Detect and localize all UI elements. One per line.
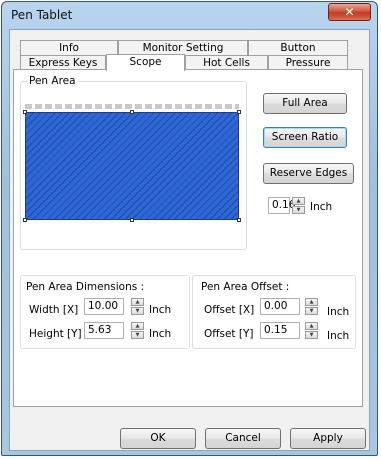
pen-area-group-label: Pen Area — [27, 75, 78, 87]
spin-down-icon[interactable]: ▼ — [131, 307, 144, 315]
pen-area-rectangle[interactable] — [25, 112, 239, 220]
full-area-button[interactable]: Full Area — [263, 93, 347, 114]
height-label: Height [Y] — [29, 328, 82, 340]
reserve-edges-input[interactable]: 0.16 — [268, 197, 295, 214]
spin-up-icon[interactable]: ▲ — [305, 298, 318, 306]
close-button[interactable]: ✕ — [328, 3, 371, 21]
width-spinner[interactable]: ▲ ▼ — [131, 298, 144, 315]
offset-x-label: Offset [X] — [204, 304, 255, 316]
ok-button[interactable]: OK — [120, 428, 196, 449]
tab-info[interactable]: Info — [20, 40, 118, 55]
close-icon: ✕ — [344, 5, 355, 19]
reserve-edges-unit: Inch — [310, 201, 333, 213]
width-unit: Inch — [149, 304, 172, 316]
offset-group-label: Pen Area Offset : — [201, 281, 290, 293]
reserve-edges-spinner[interactable]: ▲ ▼ — [292, 197, 305, 214]
scope-panel: Pen Area Full Area Screen Ratio Reserve … — [13, 69, 363, 407]
offset-y-unit: Inch — [327, 330, 350, 342]
resize-handle-top-left[interactable] — [23, 110, 27, 114]
height-unit: Inch — [149, 328, 172, 340]
apply-button[interactable]: Apply — [290, 428, 366, 449]
resize-handle-top-right[interactable] — [237, 110, 241, 114]
height-input[interactable]: 5.63 — [84, 322, 124, 339]
tab-monitor-setting[interactable]: Monitor Setting — [118, 40, 248, 55]
screen-ratio-button[interactable]: Screen Ratio — [263, 127, 347, 148]
spin-up-icon[interactable]: ▲ — [292, 197, 305, 205]
tab-button[interactable]: Button — [248, 40, 348, 55]
pen-area-canvas[interactable] — [21, 101, 244, 222]
height-spinner[interactable]: ▲ ▼ — [131, 322, 144, 339]
window-title: Pen Tablet — [11, 8, 73, 22]
dimensions-group-label: Pen Area Dimensions : — [26, 281, 145, 293]
spin-down-icon[interactable]: ▼ — [305, 331, 318, 339]
offset-y-input[interactable]: 0.15 — [260, 322, 300, 339]
offset-y-label: Offset [Y] — [204, 328, 254, 340]
offset-x-spinner[interactable]: ▲ ▼ — [305, 298, 318, 315]
resize-handle-bottom-left[interactable] — [23, 218, 27, 222]
offset-x-input[interactable]: 0.00 — [260, 298, 300, 315]
resize-handle-bottom-right[interactable] — [237, 218, 241, 222]
cancel-button[interactable]: Cancel — [205, 428, 281, 449]
offset-y-spinner[interactable]: ▲ ▼ — [305, 322, 318, 339]
tab-hot-cells[interactable]: Hot Cells — [185, 55, 268, 70]
reserve-edges-button[interactable]: Reserve Edges — [263, 163, 354, 184]
width-input[interactable]: 10.00 — [84, 298, 124, 315]
spin-down-icon[interactable]: ▼ — [131, 331, 144, 339]
spin-down-icon[interactable]: ▼ — [292, 206, 305, 214]
spin-down-icon[interactable]: ▼ — [305, 307, 318, 315]
tab-express-keys[interactable]: Express Keys — [20, 55, 106, 70]
spin-up-icon[interactable]: ▲ — [131, 322, 144, 330]
tab-pressure[interactable]: Pressure — [268, 55, 348, 70]
spin-up-icon[interactable]: ▲ — [305, 322, 318, 330]
reserve-edge-strip — [25, 104, 239, 109]
resize-handle-top[interactable] — [130, 110, 134, 114]
spin-up-icon[interactable]: ▲ — [131, 298, 144, 306]
width-label: Width [X] — [29, 304, 79, 316]
pen-tablet-window: Pen Tablet ✕ Info Monitor Setting Button… — [1, 1, 378, 456]
title-bar[interactable]: Pen Tablet ✕ — [2, 2, 377, 28]
resize-handle-bottom[interactable] — [130, 218, 134, 222]
tab-scope[interactable]: Scope — [106, 54, 185, 71]
offset-x-unit: Inch — [327, 306, 350, 318]
